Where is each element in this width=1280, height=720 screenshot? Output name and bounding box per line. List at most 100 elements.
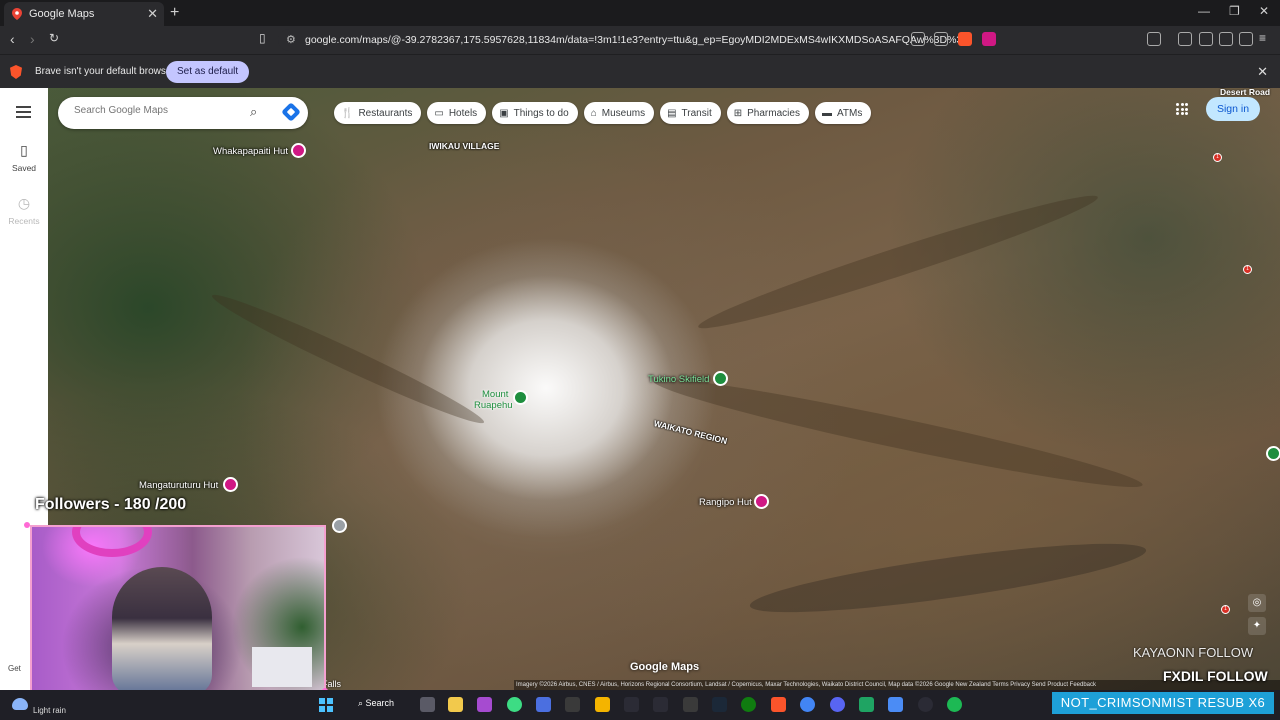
road-shield-icon: 1 — [1243, 265, 1252, 274]
place-whakapapaiti-hut[interactable]: Whakapapaiti Hut — [213, 146, 288, 157]
sidebar-toggle-icon[interactable] — [1147, 32, 1161, 46]
wallet-icon[interactable] — [1199, 32, 1213, 46]
terrain-ridge — [207, 285, 489, 433]
taskbar-search[interactable]: ⌕ Search — [358, 698, 394, 709]
reload-icon[interactable]: ↻ — [49, 31, 59, 45]
chip-label: ATMs — [836, 107, 863, 119]
sticky-notes-icon[interactable] — [448, 697, 463, 712]
chip-transit[interactable]: ▤ Transit — [660, 102, 721, 124]
store-icon[interactable] — [565, 697, 580, 712]
chip-label: Transit — [681, 107, 712, 119]
brave-icon[interactable] — [771, 697, 786, 712]
vpn-icon[interactable] — [1239, 32, 1253, 46]
google-maps-logo: Google Maps — [630, 661, 700, 673]
my-location-icon[interactable]: ◎ — [1248, 594, 1266, 612]
app-icon[interactable] — [507, 697, 522, 712]
windows-start-icon[interactable] — [319, 698, 333, 712]
search-icon[interactable]: ⌕ — [250, 104, 257, 120]
brave-shield-icon[interactable] — [958, 32, 972, 46]
discord-icon[interactable] — [830, 697, 845, 712]
webcam-overlay — [30, 525, 326, 693]
things-to-do-icon: ▣ — [499, 107, 509, 119]
place-tukino-skifield[interactable]: Tukino Skifield — [648, 374, 709, 385]
hotel-icon: ▭ — [434, 107, 444, 119]
chip-label: Hotels — [448, 107, 478, 119]
chip-label: Museums — [601, 107, 646, 119]
mountain-pin-icon[interactable] — [513, 390, 528, 405]
chrome-icon[interactable] — [800, 697, 815, 712]
cast-icon[interactable] — [911, 32, 925, 46]
sidebar-item-recents[interactable]: ◷ Recents — [0, 195, 48, 226]
task-view-icon[interactable] — [420, 697, 435, 712]
address-bar[interactable]: ⚙ google.com/maps/@-39.2782367,175.59576… — [278, 29, 998, 51]
hut-pin-icon[interactable] — [223, 477, 238, 492]
share-icon[interactable] — [934, 32, 948, 46]
leo-icon[interactable] — [1219, 32, 1233, 46]
xbox-icon[interactable] — [741, 697, 756, 712]
site-info-icon[interactable]: ⚙ — [286, 33, 296, 46]
app-icon[interactable] — [888, 697, 903, 712]
place-pin-icon[interactable] — [1266, 446, 1280, 461]
menu-icon[interactable]: ≡ — [1259, 31, 1266, 45]
follow-alert-fxdil: FXDIL FOLLOW — [1163, 668, 1268, 684]
app-icon[interactable] — [918, 697, 933, 712]
brave-rewards-icon[interactable] — [982, 32, 996, 46]
hut-pin-icon[interactable] — [291, 143, 306, 158]
monitor — [252, 647, 312, 687]
tab-google-maps[interactable]: Google Maps ✕ — [4, 2, 164, 26]
streamer — [112, 567, 212, 691]
chip-restaurants[interactable]: 🍴 Restaurants — [334, 102, 422, 124]
app-icon[interactable] — [683, 697, 698, 712]
category-chips: 🍴 Restaurants ▭ Hotels ▣ Things to do ⌂ Muse… — [334, 102, 872, 124]
chip-museums[interactable]: ⌂ Museums — [583, 102, 655, 124]
forward-icon[interactable]: › — [30, 31, 35, 47]
chip-hotels[interactable]: ▭ Hotels — [427, 102, 487, 124]
hut-pin-icon[interactable] — [754, 494, 769, 509]
place-mount-ruapehu-line1[interactable]: Mount — [482, 389, 508, 400]
chip-atms[interactable]: ▬ ATMs — [814, 102, 872, 124]
back-icon[interactable]: ‹ — [10, 31, 15, 47]
app-icon[interactable] — [477, 697, 492, 712]
minimize-button[interactable]: — — [1198, 4, 1210, 18]
app-icon[interactable] — [653, 697, 668, 712]
place-mangaturuturu-hut[interactable]: Mangaturuturu Hut — [139, 480, 218, 491]
app-icon[interactable] — [624, 697, 639, 712]
location-pin-icon[interactable] — [332, 518, 347, 533]
restore-button[interactable]: ❐ — [1229, 4, 1240, 18]
copilot-icon[interactable] — [536, 697, 551, 712]
recents-icon: ◷ — [17, 195, 31, 211]
file-explorer-icon[interactable] — [595, 697, 610, 712]
drive-icon[interactable] — [859, 697, 874, 712]
compass-icon[interactable]: ✦ — [1248, 617, 1266, 635]
close-window-button[interactable]: ✕ — [1259, 4, 1269, 18]
infobar-message: Brave isn't your default browser — [35, 66, 175, 77]
set-default-button[interactable]: Set as default — [166, 61, 250, 83]
chip-pharmacies[interactable]: ⊞ Pharmacies — [726, 102, 809, 124]
chip-things-to-do[interactable]: ▣ Things to do — [492, 102, 578, 124]
apps-grid-icon[interactable] — [1176, 103, 1188, 115]
search-input[interactable] — [74, 105, 234, 116]
chip-label: Things to do — [513, 107, 569, 119]
menu-icon[interactable] — [16, 106, 31, 121]
weather-label: Light rain — [33, 706, 66, 715]
new-tab-button[interactable]: + — [170, 4, 179, 22]
sidebar-get-label: Get — [8, 664, 21, 673]
reader-icon[interactable] — [1178, 32, 1192, 46]
directions-icon[interactable] — [281, 102, 301, 122]
chip-label: Restaurants — [358, 107, 413, 119]
steam-icon[interactable] — [712, 697, 727, 712]
follow-alert-kaya: KAYAONN FOLLOW — [1133, 645, 1254, 660]
tab-close-icon[interactable]: ✕ — [147, 6, 158, 22]
spotify-icon[interactable] — [947, 697, 962, 712]
museum-icon: ⌂ — [590, 107, 597, 119]
saved-label: Saved — [11, 163, 37, 173]
sidebar-item-saved[interactable]: ▯ Saved — [0, 142, 48, 173]
transit-icon: ▤ — [667, 107, 677, 119]
infobar-close-icon[interactable]: ✕ — [1257, 64, 1268, 80]
place-rangipo-hut[interactable]: Rangipo Hut — [699, 497, 752, 508]
place-mount-ruapehu-line2[interactable]: Ruapehu — [474, 400, 513, 411]
tab-title: Google Maps — [29, 8, 95, 20]
bookmark-icon[interactable]: ▯ — [259, 31, 266, 45]
sign-in-button[interactable]: Sign in — [1206, 97, 1260, 121]
ski-pin-icon[interactable] — [713, 371, 728, 386]
